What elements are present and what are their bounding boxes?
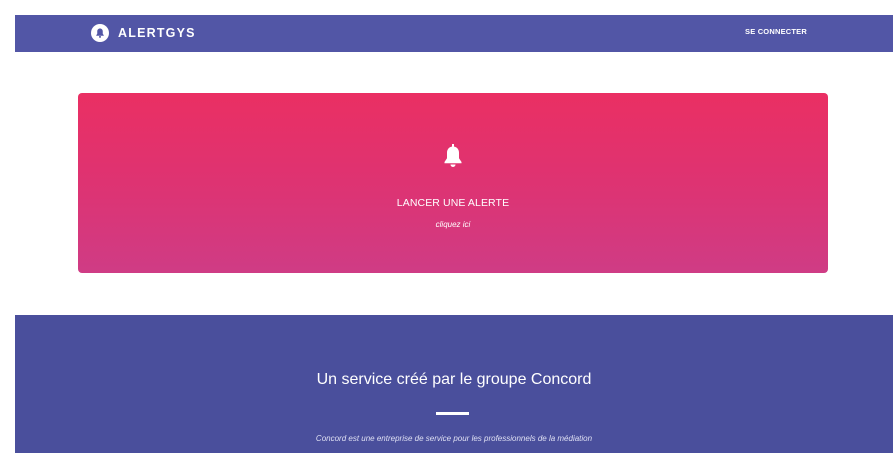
bell-logo-icon — [91, 24, 109, 42]
footer-section: Un service créé par le groupe Concord Co… — [15, 315, 893, 453]
footer-divider — [436, 412, 469, 415]
page: ALERTGYS SE CONNECTER LANCER UNE ALERTE … — [15, 15, 893, 453]
brand-link[interactable]: ALERTGYS — [91, 24, 196, 42]
alert-title: LANCER UNE ALERTE — [396, 197, 510, 209]
alert-subtitle: cliquez ici — [435, 220, 471, 229]
top-navbar: ALERTGYS SE CONNECTER — [15, 15, 893, 52]
launch-alert-button[interactable]: LANCER UNE ALERTE cliquez ici — [78, 93, 828, 273]
footer-title: Un service créé par le groupe Concord — [316, 371, 592, 388]
brand-name: ALERTGYS — [118, 26, 196, 40]
login-link[interactable]: SE CONNECTER — [745, 27, 807, 36]
footer-description: Concord est une entreprise de service po… — [315, 434, 593, 443]
bell-icon — [442, 144, 464, 168]
